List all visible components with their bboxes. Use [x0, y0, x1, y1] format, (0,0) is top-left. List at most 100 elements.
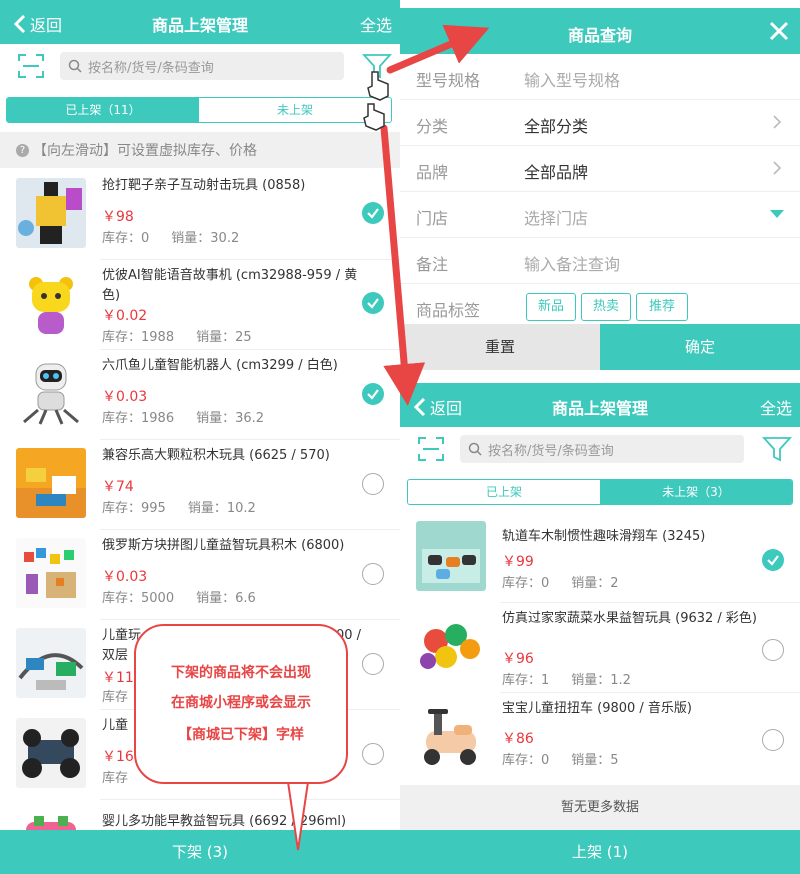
query-row-store[interactable]: 门店 选择门店 — [400, 192, 800, 238]
stock-value: 库存：0 — [502, 753, 550, 768]
product-image — [16, 358, 86, 428]
product-image — [16, 268, 86, 338]
product-price: ￥0.03 — [102, 569, 148, 585]
query-row-category[interactable]: 分类 全部分类 — [400, 100, 800, 146]
checkbox-checked[interactable] — [362, 202, 384, 224]
checkbox-checked[interactable] — [362, 383, 384, 405]
store-select[interactable]: 选择门店 — [524, 205, 588, 229]
product-stats: 库存：1 销量：1.2 — [502, 669, 653, 688]
search-input[interactable]: 按名称/货号/条码查询 — [460, 435, 744, 463]
callout-line-3: 【商城已下架】字样 — [178, 727, 304, 743]
product-stats: 库存：995 销量：10.2 — [102, 497, 278, 516]
product-price: ￥0.03 — [102, 389, 148, 405]
checkbox-unchecked[interactable] — [762, 639, 784, 661]
stock-value: 库存：1 — [502, 673, 550, 688]
page-title: 商品上架管理 — [151, 16, 248, 35]
product-stats: 库存：0 销量：30.2 — [102, 227, 261, 246]
filter-icon[interactable] — [362, 52, 392, 80]
query-row-brand[interactable]: 品牌 全部品牌 — [400, 146, 800, 192]
search-row: 按名称/货号/条码查询 — [400, 427, 800, 473]
row-label: 品牌 — [416, 163, 449, 182]
product-stats: 库存：5000 销量：6.6 — [102, 587, 278, 606]
product-name: 俄罗斯方块拼图儿童益智玩具积木 (6800) — [102, 538, 345, 553]
callout-bubble: 下架的商品将不会出现 在商城小程序或会显示 【商城已下架】字样 — [134, 624, 348, 784]
list-item[interactable]: 俄罗斯方块拼图儿童益智玩具积木 (6800) ￥0.03 库存：5000 销量：6… — [0, 530, 400, 620]
row-label: 商品标签 — [416, 301, 481, 320]
checkbox-checked[interactable] — [362, 292, 384, 314]
tag-hot[interactable]: 热卖 — [581, 293, 631, 321]
list-item[interactable]: 轨道车木制惯性趣味滑翔车 (3245) ￥99 库存：0 销量：2 — [400, 513, 800, 603]
header-bar: 返回 商品上架管理 全选 — [400, 383, 800, 427]
tab-listed[interactable]: 已上架 — [408, 480, 600, 504]
tab-unlisted[interactable]: 未上架（3） — [600, 480, 792, 504]
checkbox-unchecked[interactable] — [762, 729, 784, 751]
sales-value: 销量：36.2 — [196, 411, 265, 426]
remark-input[interactable]: 输入备注查询 — [524, 251, 620, 275]
delist-button[interactable]: 下架 (3) — [0, 830, 400, 874]
list-item[interactable]: 六爪鱼儿童智能机器人 (cm3299 / 白色) ￥0.03 库存：1986 销量… — [0, 350, 400, 440]
list-item[interactable]: 仿真过家家蔬菜水果益智玩具 (9632 / 彩色) ￥96 库存：1 销量：1.2 — [400, 603, 800, 693]
product-price: ￥0.02 — [102, 308, 148, 324]
stock-value: 库存：1988 — [102, 330, 175, 345]
checkbox-unchecked[interactable] — [362, 653, 384, 675]
product-stats: 库存：0 销量：2 — [502, 572, 641, 591]
select-all-button[interactable]: 全选 — [760, 395, 792, 419]
scan-icon[interactable] — [18, 54, 44, 78]
query-row-model[interactable]: 型号规格 输入型号规格 — [400, 54, 800, 100]
brand-value: 全部品牌 — [524, 163, 589, 182]
sales-value: 销量：30.2 — [171, 231, 240, 246]
list-item[interactable]: 宝宝儿童扭扭车 (9800 / 音乐版) ￥86 库存：0 销量：5 — [400, 693, 800, 783]
model-input[interactable]: 输入型号规格 — [524, 67, 620, 91]
search-input[interactable]: 按名称/货号/条码查询 — [60, 52, 344, 80]
search-placeholder: 按名称/货号/条码查询 — [488, 443, 614, 459]
callout-line-2: 在商城小程序或会显示 — [171, 695, 311, 711]
product-image — [416, 701, 486, 771]
page-title: 商品上架管理 — [551, 399, 648, 418]
search-icon — [68, 59, 82, 73]
stock-value: 库存：5000 — [102, 591, 175, 606]
tag-recommend[interactable]: 推荐 — [636, 293, 688, 321]
list-button[interactable]: 上架 (1) — [400, 830, 800, 874]
tab-listed[interactable]: 已上架（11） — [7, 98, 199, 122]
list-item[interactable]: 兼容乐高大颗粒积木玩具 (6625 / 570) ￥74 库存：995 销量：10… — [0, 440, 400, 530]
product-stats: 库存：0 销量：5 — [502, 749, 641, 768]
product-price: ￥96 — [502, 651, 534, 667]
close-icon[interactable] — [768, 20, 790, 42]
sales-value: 销量：5 — [571, 753, 619, 768]
reset-button[interactable]: 重置 — [400, 324, 600, 370]
status-tabs: 已上架（11） 未上架 — [6, 97, 392, 123]
hint-text: 【向左滑动】可设置虚拟库存、价格 — [33, 143, 257, 159]
query-header: 商品查询 — [400, 8, 800, 54]
row-label: 分类 — [416, 117, 449, 136]
select-all-button[interactable]: 全选 — [360, 12, 392, 36]
scan-icon[interactable] — [418, 437, 444, 461]
confirm-button[interactable]: 确定 — [600, 324, 800, 370]
list-item[interactable]: 抢打靶子亲子互动射击玩具 (0858) ￥98 库存：0 销量：30.2 — [0, 170, 400, 260]
tab-unlisted[interactable]: 未上架 — [199, 98, 391, 122]
caret-down-icon — [770, 210, 784, 218]
checkbox-unchecked[interactable] — [362, 743, 384, 765]
sales-value: 销量：10.2 — [187, 501, 256, 516]
product-name: 兼容乐高大颗粒积木玩具 (6625 / 570) — [102, 448, 330, 463]
header-bar: 返回 商品上架管理 全选 — [0, 0, 400, 44]
search-row: 按名称/货号/条码查询 — [0, 44, 400, 90]
sales-value: 销量：1.2 — [571, 673, 631, 688]
tag-new[interactable]: 新品 — [526, 293, 576, 321]
no-more-data: 暂无更多数据 — [400, 785, 800, 831]
list-item[interactable]: 优彼AI智能语音故事机 (cm32988-959 / 黄色) ￥0.02 库存：… — [0, 260, 400, 350]
product-price: ￥98 — [102, 209, 134, 225]
product-image — [416, 611, 486, 681]
row-label: 门店 — [416, 209, 449, 228]
product-image — [416, 521, 486, 591]
stock-value: 库存：1986 — [102, 411, 175, 426]
product-stats: 库存：1988 销量：25 — [102, 326, 274, 345]
product-image — [16, 178, 86, 248]
query-title: 商品查询 — [567, 26, 632, 45]
checkbox-unchecked[interactable] — [362, 473, 384, 495]
checkbox-unchecked[interactable] — [362, 563, 384, 585]
checkbox-checked[interactable] — [762, 549, 784, 571]
filter-icon[interactable] — [762, 435, 792, 463]
product-name: 宝宝儿童扭扭车 (9800 / 音乐版) — [502, 701, 693, 716]
query-row-remark[interactable]: 备注 输入备注查询 — [400, 238, 800, 284]
product-name: 仿真过家家蔬菜水果益智玩具 (9632 / 彩色) — [502, 611, 758, 626]
